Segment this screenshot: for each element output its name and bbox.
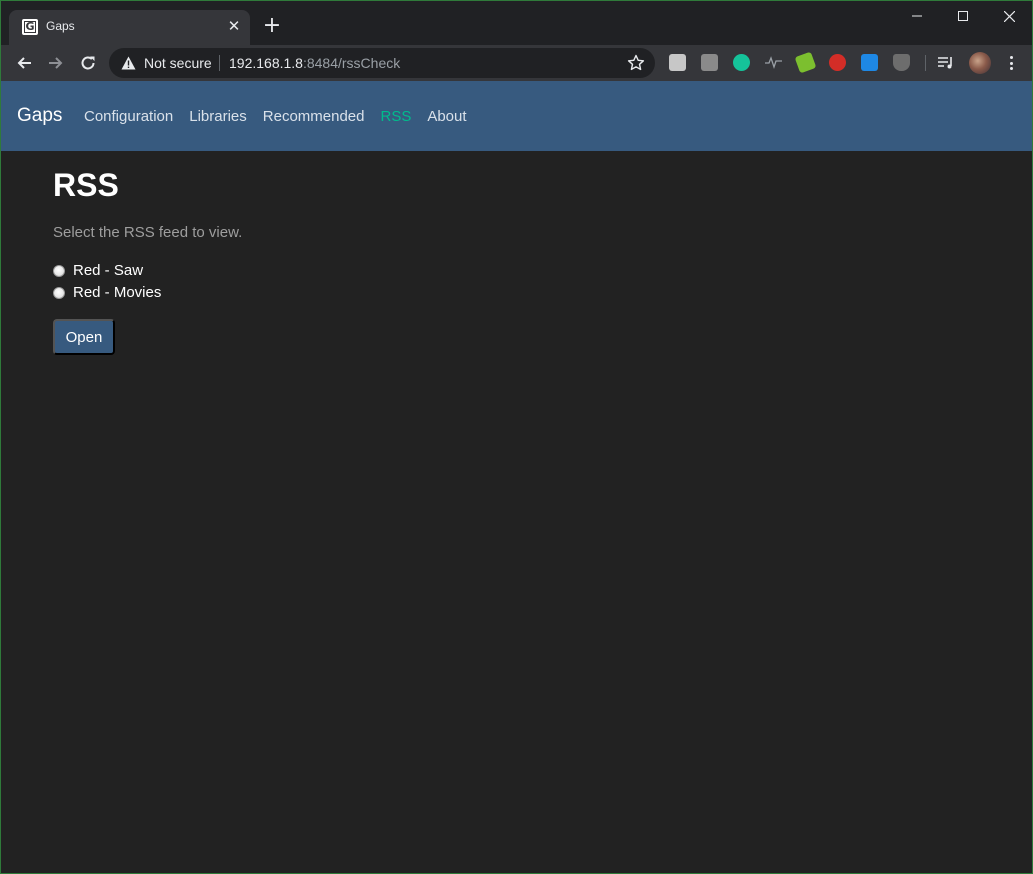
- site-navbar: Gaps Configuration Libraries Recommended…: [1, 81, 1032, 151]
- edit-icon[interactable]: [794, 51, 817, 74]
- chart-icon[interactable]: [701, 54, 718, 71]
- security-status[interactable]: Not secure: [144, 55, 212, 71]
- close-window-button[interactable]: [986, 1, 1032, 31]
- feed-label[interactable]: Red - Movies: [73, 284, 161, 301]
- media-icon[interactable]: [937, 54, 954, 71]
- toolbar-divider: [925, 55, 926, 71]
- close-icon: [1003, 10, 1015, 22]
- maximize-icon: [958, 11, 968, 21]
- minimize-button[interactable]: [894, 1, 940, 31]
- nav-link-rss[interactable]: RSS: [380, 108, 411, 125]
- reload-icon: [81, 56, 95, 70]
- nav-link-libraries[interactable]: Libraries: [189, 108, 247, 125]
- open-button[interactable]: Open: [53, 319, 115, 355]
- reload-button[interactable]: [75, 50, 101, 76]
- grammarly-icon[interactable]: [733, 54, 750, 71]
- feed-option-red-saw[interactable]: Red - Saw: [53, 262, 143, 279]
- minimize-icon: [912, 15, 922, 17]
- forward-arrow-icon: [49, 57, 63, 69]
- feed-label[interactable]: Red - Saw: [73, 262, 143, 279]
- browser-tab[interactable]: G Gaps ✕: [9, 10, 250, 45]
- nav-link-recommended[interactable]: Recommended: [263, 108, 365, 125]
- browser-toolbar: Not secure 192.168.1.8:8484/rssCheck: [1, 45, 1032, 81]
- forward-button[interactable]: [43, 50, 69, 76]
- page-subtitle: Select the RSS feed to view.: [53, 224, 243, 241]
- tab-strip: G Gaps ✕ +: [1, 1, 1032, 45]
- pulse-icon[interactable]: [765, 54, 782, 71]
- ext-blue-icon[interactable]: [861, 54, 878, 71]
- ublock-icon[interactable]: [893, 54, 910, 71]
- url-host: 192.168.1.8: [229, 55, 303, 71]
- nav-links: Configuration Libraries Recommended RSS …: [84, 108, 483, 125]
- hackernews-icon[interactable]: [669, 54, 686, 71]
- address-bar[interactable]: Not secure 192.168.1.8:8484/rssCheck: [109, 48, 655, 78]
- browser-window: G Gaps ✕ + Not secure 192.168.1.8:8484/r…: [0, 0, 1033, 874]
- gaps-favicon-icon: G: [22, 19, 38, 35]
- radio-button[interactable]: [53, 264, 65, 277]
- browser-menu-icon[interactable]: [1003, 54, 1019, 72]
- back-arrow-icon: [17, 57, 31, 69]
- profile-avatar[interactable]: [969, 52, 991, 74]
- tab-close-icon[interactable]: ✕: [224, 17, 244, 37]
- feed-option-red-movies[interactable]: Red - Movies: [53, 284, 161, 301]
- radio-button[interactable]: [53, 286, 65, 299]
- bookmark-star-icon[interactable]: [627, 54, 645, 72]
- url-path: :8484/rssCheck: [302, 55, 401, 71]
- lastpass-icon[interactable]: [829, 54, 846, 71]
- url-text[interactable]: 192.168.1.8:8484/rssCheck: [229, 55, 400, 71]
- navbar-brand[interactable]: Gaps: [17, 105, 62, 127]
- warning-icon: [121, 56, 136, 70]
- page-title: RSS: [53, 167, 119, 203]
- new-tab-button[interactable]: +: [261, 15, 283, 37]
- nav-link-configuration[interactable]: Configuration: [84, 108, 173, 125]
- maximize-button[interactable]: [940, 1, 986, 31]
- tab-title: Gaps: [46, 19, 75, 33]
- back-button[interactable]: [11, 50, 37, 76]
- nav-link-about[interactable]: About: [427, 108, 466, 125]
- omnibox-divider: [219, 55, 220, 71]
- window-controls: [894, 1, 1032, 31]
